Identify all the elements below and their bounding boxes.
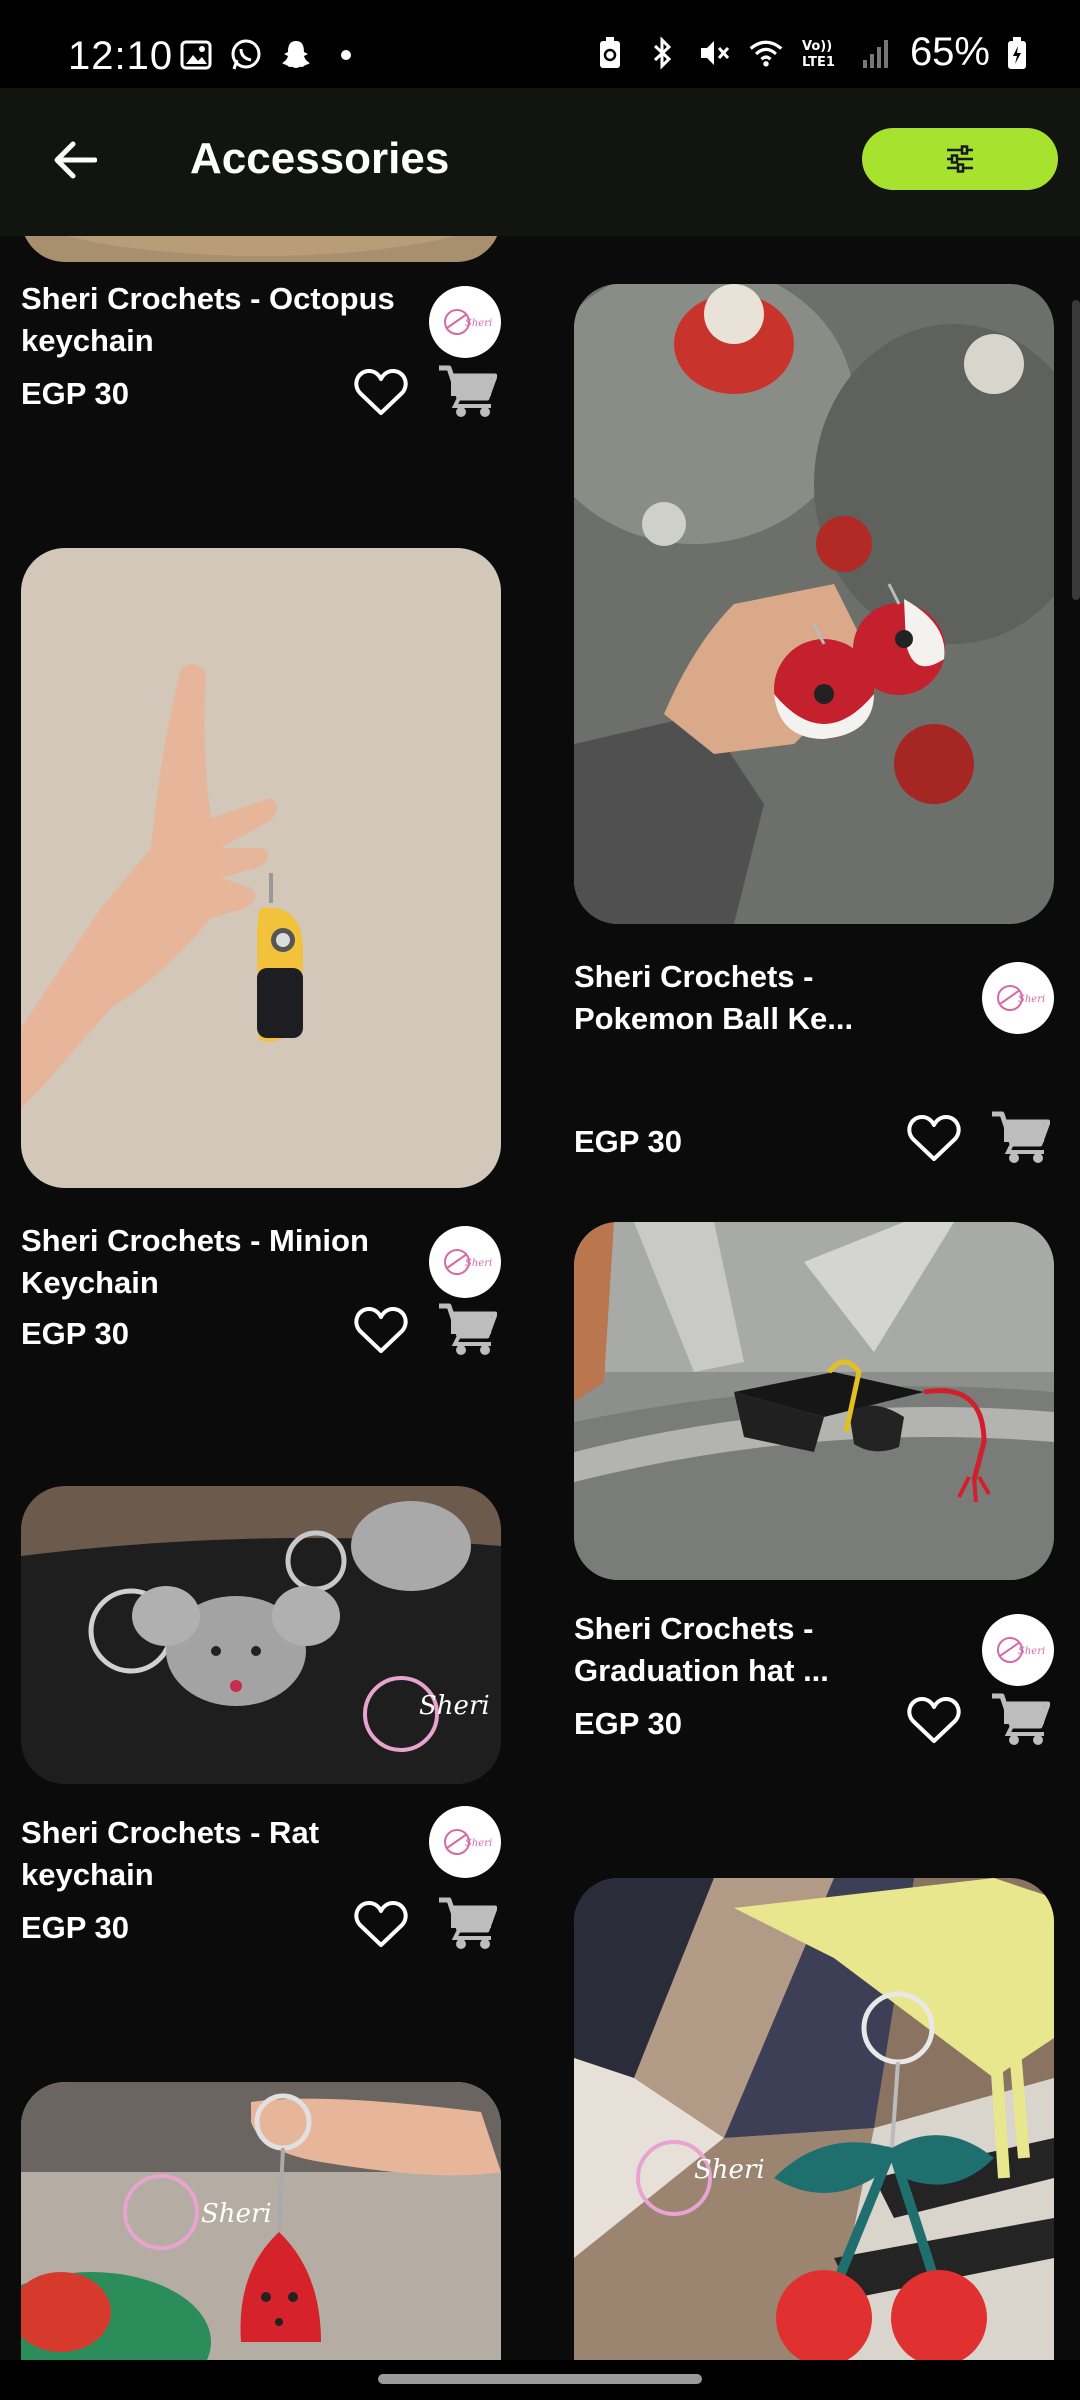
cart-icon	[439, 365, 497, 417]
sliders-icon	[947, 145, 973, 173]
product-image[interactable]	[574, 284, 1054, 924]
heart-outline-icon	[354, 1901, 408, 1947]
sheri-logo-icon: Sheri	[444, 1829, 492, 1855]
product-title: Sheri Crochets - Pokemon Ball Ke...	[574, 959, 854, 1036]
product-title: Sheri Crochets - Minion Keychain	[21, 1223, 369, 1300]
cart-icon	[439, 1303, 497, 1355]
favorite-button[interactable]	[351, 1896, 411, 1952]
svg-text:Sheri: Sheri	[1018, 1646, 1045, 1657]
watermark-text: Sheri	[201, 2199, 272, 2229]
heart-outline-icon	[907, 1697, 961, 1743]
favorite-button[interactable]	[351, 364, 411, 420]
home-gesture-handle[interactable]	[378, 2374, 702, 2384]
product-image[interactable]	[21, 548, 501, 1188]
product-card-watermelon[interactable]: Sheri	[21, 2082, 501, 2360]
heart-outline-icon	[354, 1307, 408, 1353]
svg-text:Sheri: Sheri	[465, 1258, 492, 1269]
back-button[interactable]	[42, 128, 106, 192]
watermark-text: Sheri	[694, 2155, 765, 2185]
watermark-text: Sheri	[419, 1691, 490, 1721]
gesture-navigation-bar	[0, 2360, 1080, 2400]
heart-outline-icon	[907, 1115, 961, 1161]
seller-avatar[interactable]: Sheri	[982, 1614, 1054, 1686]
product-price: EGP 30	[574, 1124, 683, 1159]
product-image[interactable]: Sheri	[574, 1878, 1054, 2360]
svg-text:Sheri: Sheri	[465, 318, 492, 329]
gallery-icon	[178, 38, 214, 72]
cart-icon	[992, 1111, 1050, 1163]
svg-text:LTE1: LTE1	[802, 55, 835, 70]
dot-icon	[328, 38, 364, 72]
product-title: Sheri Crochets - Graduation hat ...	[574, 1611, 829, 1688]
app-header: Accessories	[0, 88, 1080, 236]
favorite-button[interactable]	[904, 1110, 964, 1166]
product-price: EGP 30	[21, 376, 130, 411]
product-grid[interactable]: Sheri Crochets - Octopus keychain Sheri …	[0, 236, 1080, 2360]
product-card-minion[interactable]: Sheri Crochets - Minion Keychain Sheri E…	[21, 548, 501, 1448]
volte-icon: Vo)) LTE1	[800, 36, 842, 70]
svg-text:Vo)): Vo))	[802, 39, 832, 54]
sheri-logo-icon: Sheri	[444, 309, 492, 335]
arrow-left-icon	[54, 141, 97, 179]
sheri-logo-icon: Sheri	[997, 985, 1045, 1011]
product-price: EGP 30	[574, 1706, 683, 1741]
product-image[interactable]: Sheri	[21, 2082, 501, 2360]
favorite-button[interactable]	[904, 1692, 964, 1748]
signal-icon	[858, 36, 894, 70]
mute-icon	[696, 36, 732, 70]
scrollbar[interactable]	[1072, 300, 1080, 600]
seller-avatar[interactable]: Sheri	[429, 1806, 501, 1878]
status-time: 12:10	[68, 34, 174, 78]
product-image[interactable]	[21, 236, 501, 262]
product-price: EGP 30	[21, 1316, 130, 1351]
cart-icon	[992, 1693, 1050, 1745]
add-to-cart-button[interactable]	[435, 1300, 499, 1362]
bluetooth-icon	[644, 35, 680, 70]
add-to-cart-button[interactable]	[988, 1108, 1052, 1170]
product-card-cherry[interactable]: Sheri	[574, 1878, 1054, 2360]
seller-avatar[interactable]: Sheri	[429, 286, 501, 358]
add-to-cart-button[interactable]	[435, 1894, 499, 1956]
heart-outline-icon	[354, 369, 408, 415]
wifi-icon	[748, 36, 784, 70]
product-image[interactable]: Sheri	[21, 1486, 501, 1784]
svg-text:Sheri: Sheri	[1018, 994, 1045, 1005]
product-title: Sheri Crochets - Rat keychain	[21, 1815, 320, 1892]
product-image[interactable]	[574, 1222, 1054, 1580]
cart-icon	[439, 1897, 497, 1949]
product-price: EGP 30	[21, 1910, 130, 1945]
seller-avatar[interactable]: Sheri	[429, 1226, 501, 1298]
snapchat-icon	[278, 38, 314, 72]
whatsapp-icon	[228, 38, 264, 72]
product-title: Sheri Crochets - Octopus keychain	[21, 281, 395, 358]
add-to-cart-button[interactable]	[435, 362, 499, 424]
add-to-cart-button[interactable]	[988, 1690, 1052, 1752]
sheri-logo-icon: Sheri	[997, 1637, 1045, 1663]
battery-saver-icon	[592, 36, 628, 70]
seller-avatar[interactable]: Sheri	[982, 962, 1054, 1034]
product-card-graduation-hat[interactable]: Sheri Crochets - Graduation hat ... Sher…	[574, 1222, 1054, 1822]
page-title: Accessories	[190, 134, 450, 183]
filter-button[interactable]	[862, 128, 1058, 190]
product-card-pokemon[interactable]: Sheri Crochets - Pokemon Ball Ke... Sher…	[574, 284, 1054, 1184]
battery-icon	[1006, 36, 1028, 70]
status-bar: 12:10 Vo)) LTE1 65%	[0, 0, 1080, 88]
battery-percent: 65%	[909, 30, 990, 74]
product-card-rat[interactable]: Sheri Sheri Crochets - Rat keychain Sher…	[21, 1486, 501, 2086]
favorite-button[interactable]	[351, 1302, 411, 1358]
svg-text:Sheri: Sheri	[465, 1838, 492, 1849]
sheri-logo-icon: Sheri	[444, 1249, 492, 1275]
